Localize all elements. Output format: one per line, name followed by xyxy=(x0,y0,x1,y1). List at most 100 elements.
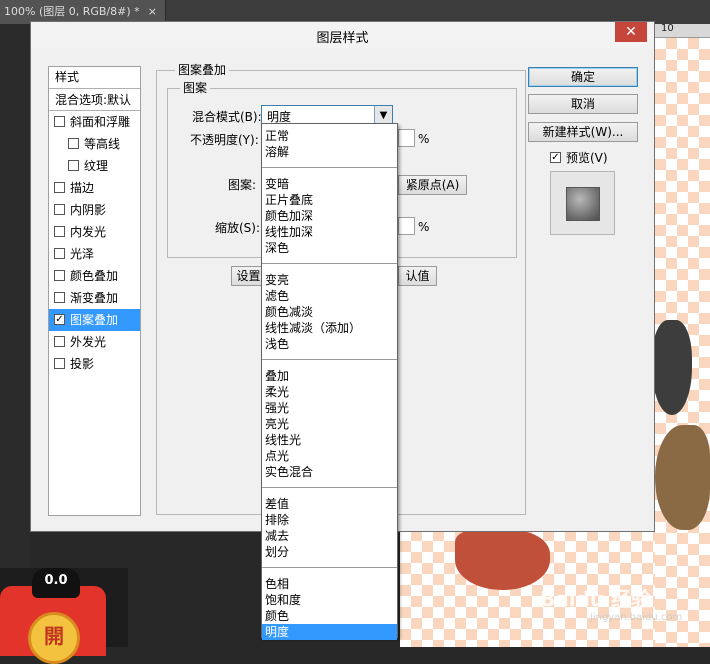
blend-mode-option[interactable]: 正常 xyxy=(262,128,397,144)
blend-mode-option[interactable]: 色相 xyxy=(262,576,397,592)
style-checkbox[interactable]: ✓ xyxy=(54,314,65,325)
preview-checkbox[interactable]: ✓ 预览(V) xyxy=(550,149,608,166)
blend-mode-option[interactable]: 颜色减淡 xyxy=(262,304,397,320)
envelope-cat-face: 0.0 xyxy=(32,568,80,598)
canvas-shoe-red xyxy=(455,530,550,590)
style-item[interactable]: 内阴影 xyxy=(49,199,140,221)
style-item-label: 斜面和浮雕 xyxy=(70,115,131,129)
style-item[interactable]: 投影 xyxy=(49,353,140,375)
scale-unit: % xyxy=(418,220,430,234)
style-item[interactable]: 纹理 xyxy=(49,155,140,177)
style-checkbox[interactable] xyxy=(68,138,79,149)
dialog-close-button[interactable]: ✕ xyxy=(615,22,647,42)
blend-mode-option[interactable]: 实色混合 xyxy=(262,464,397,480)
blend-mode-option[interactable]: 减去 xyxy=(262,528,397,544)
style-checkbox[interactable] xyxy=(54,292,65,303)
style-item-label: 颜色叠加 xyxy=(70,269,119,283)
pattern-label: 图案: xyxy=(228,178,257,192)
style-items: 斜面和浮雕等高线纹理描边内阴影内发光光泽颜色叠加渐变叠加 ✓ 图案叠加外发光投影 xyxy=(49,111,140,375)
opacity-field[interactable] xyxy=(398,129,415,147)
blending-options-item[interactable]: 混合选项:默认 xyxy=(49,89,140,111)
style-checkbox[interactable] xyxy=(54,270,65,281)
style-checkbox[interactable] xyxy=(54,248,65,259)
blend-mode-option[interactable]: 深色 xyxy=(262,240,397,256)
style-list: 样式 混合选项:默认 斜面和浮雕等高线纹理描边内阴影内发光光泽颜色叠加渐变叠加 ✓… xyxy=(48,66,141,516)
blend-mode-option[interactable]: 点光 xyxy=(262,448,397,464)
style-checkbox[interactable] xyxy=(68,160,79,171)
blend-mode-option[interactable]: 强光 xyxy=(262,400,397,416)
style-item[interactable]: 描边 xyxy=(49,177,140,199)
style-item-label: 纹理 xyxy=(84,159,109,173)
style-item[interactable]: 光泽 xyxy=(49,243,140,265)
dropdown-separator xyxy=(262,567,397,568)
style-checkbox[interactable] xyxy=(54,204,65,215)
style-item[interactable]: 颜色叠加 xyxy=(49,265,140,287)
style-item[interactable]: 内发光 xyxy=(49,221,140,243)
style-checkbox[interactable] xyxy=(54,226,65,237)
blend-mode-option[interactable]: 浅色 xyxy=(262,336,397,352)
style-item[interactable]: 渐变叠加 xyxy=(49,287,140,309)
blend-mode-option[interactable]: 变亮 xyxy=(262,272,397,288)
ruler-number: 10 xyxy=(661,23,674,34)
blend-mode-option[interactable]: 颜色 xyxy=(262,608,397,624)
style-item[interactable]: 斜面和浮雕 xyxy=(49,111,140,133)
style-item[interactable]: 外发光 xyxy=(49,331,140,353)
dropdown-separator xyxy=(262,167,397,168)
dropdown-separator xyxy=(262,359,397,360)
blend-mode-option[interactable]: 差值 xyxy=(262,496,397,512)
style-item[interactable]: ✓ 图案叠加 xyxy=(49,309,140,331)
style-checkbox[interactable] xyxy=(54,116,65,127)
blend-mode-option[interactable]: 划分 xyxy=(262,544,397,560)
scale-label: 缩放(S): xyxy=(215,221,261,235)
new-style-button[interactable]: 新建样式(W)... xyxy=(528,122,638,142)
red-envelope-icon[interactable]: 0.0 開 xyxy=(0,568,128,664)
document-tab-title: 100% (图层 0, RGB/8#) * xyxy=(4,5,140,18)
blend-mode-option[interactable]: 线性减淡（添加） xyxy=(262,320,397,336)
blend-mode-option[interactable]: 滤色 xyxy=(262,288,397,304)
blend-mode-option[interactable]: 明度 xyxy=(262,624,397,640)
watermark-url: jingyan.baidu.com xyxy=(590,612,683,623)
ruler-top: 10 xyxy=(655,23,710,38)
reset-default-button[interactable]: 认值 xyxy=(398,266,437,286)
cancel-button[interactable]: 取消 xyxy=(528,94,638,114)
style-item-label: 等高线 xyxy=(84,137,121,151)
style-checkbox[interactable] xyxy=(54,336,65,347)
blend-mode-option[interactable]: 叠加 xyxy=(262,368,397,384)
blend-mode-option[interactable]: 线性光 xyxy=(262,432,397,448)
preview-thumbnail xyxy=(550,171,615,235)
blend-mode-option[interactable]: 饱和度 xyxy=(262,592,397,608)
blend-mode-option[interactable]: 线性加深 xyxy=(262,224,397,240)
style-item-label: 内阴影 xyxy=(70,203,107,217)
dialog-titlebar[interactable]: 图层样式 ✕ xyxy=(31,22,654,48)
blend-mode-label: 混合模式(B): xyxy=(192,110,262,124)
ok-button[interactable]: 确定 xyxy=(528,67,638,87)
styles-header[interactable]: 样式 xyxy=(49,67,140,89)
blend-mode-option[interactable]: 亮光 xyxy=(262,416,397,432)
preview-swatch xyxy=(566,187,600,221)
opacity-label: 不透明度(Y): xyxy=(190,133,259,147)
style-item-label: 外发光 xyxy=(70,335,107,349)
pattern-overlay-title: 图案叠加 xyxy=(175,63,230,77)
blend-mode-option[interactable]: 变暗 xyxy=(262,176,397,192)
style-checkbox[interactable] xyxy=(54,182,65,193)
style-item[interactable]: 等高线 xyxy=(49,133,140,155)
blend-mode-option[interactable]: 颜色加深 xyxy=(262,208,397,224)
blend-mode-dropdown[interactable]: 正常 溶解变暗 正片叠底 颜色加深 线性加深 深色变亮 滤色 颜色减淡 线性减淡（添加） 浅色叠加… xyxy=(261,123,398,640)
blend-mode-option[interactable]: 排除 xyxy=(262,512,397,528)
opacity-unit: % xyxy=(418,132,430,146)
preview-check-icon[interactable]: ✓ xyxy=(550,152,561,163)
blend-mode-option[interactable]: 柔光 xyxy=(262,384,397,400)
style-checkbox[interactable] xyxy=(54,358,65,369)
watermark-logo: Baidu 经验 xyxy=(540,587,652,611)
envelope-coin: 開 xyxy=(28,612,80,664)
pattern-subgroup-title: 图案 xyxy=(180,81,211,95)
blend-mode-option[interactable]: 溶解 xyxy=(262,144,397,160)
style-item-label: 渐变叠加 xyxy=(70,291,119,305)
snap-to-origin-button[interactable]: 紧原点(A) xyxy=(398,175,467,195)
preview-label: 预览(V) xyxy=(566,151,608,165)
blend-mode-option[interactable]: 正片叠底 xyxy=(262,192,397,208)
style-item-label: 光泽 xyxy=(70,247,95,261)
style-item-label: 描边 xyxy=(70,181,95,195)
scale-field[interactable] xyxy=(398,217,415,235)
dropdown-separator xyxy=(262,487,397,488)
